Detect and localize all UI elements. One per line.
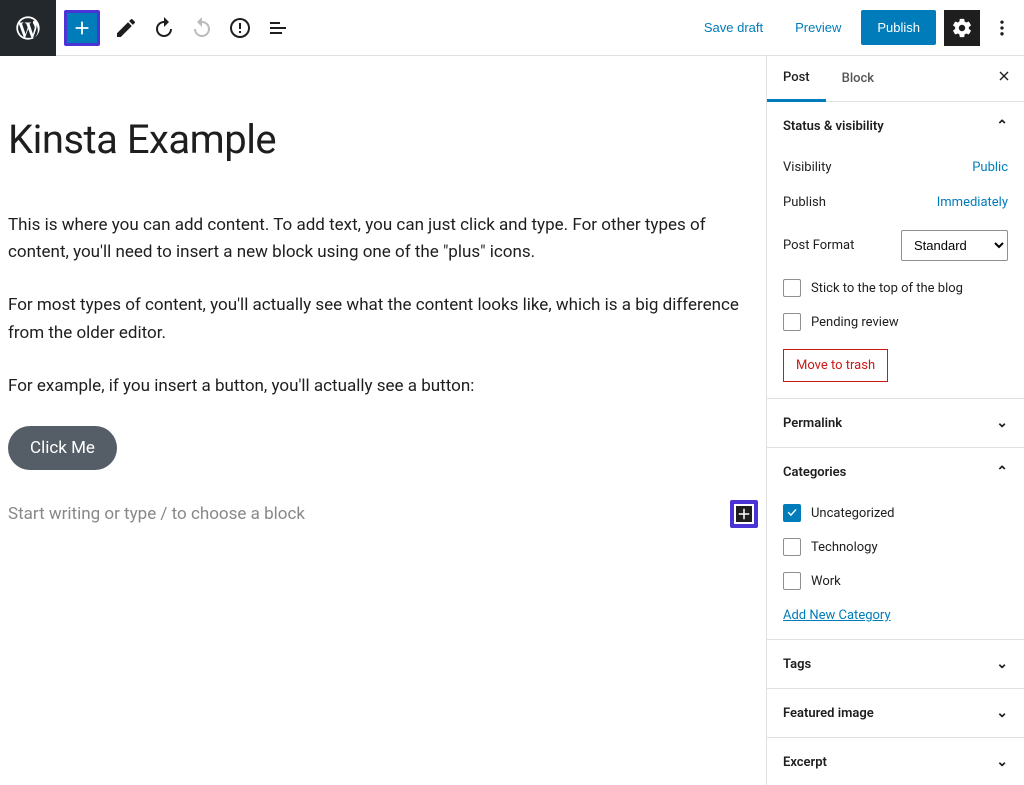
wordpress-logo[interactable] — [0, 0, 56, 56]
close-sidebar-button[interactable] — [996, 68, 1012, 89]
category-checkbox[interactable] — [783, 538, 801, 556]
post-title[interactable]: Kinsta Example — [8, 116, 758, 164]
settings-sidebar: Post Block Status & visibility ⌃ Visibil… — [766, 56, 1024, 785]
visibility-label: Visibility — [783, 160, 832, 175]
button-block[interactable]: Click Me — [8, 426, 117, 470]
add-new-category-link[interactable]: Add New Category — [783, 608, 891, 623]
tab-post[interactable]: Post — [767, 56, 826, 102]
panel-head-excerpt[interactable]: Excerpt ⌄ — [767, 738, 1024, 785]
paragraph-block[interactable]: This is where you can add content. To ad… — [8, 212, 748, 266]
preview-button[interactable]: Preview — [783, 12, 853, 43]
panel-title: Permalink — [783, 416, 842, 431]
undo-button[interactable] — [146, 10, 182, 46]
sidebar-tabs: Post Block — [767, 56, 1024, 102]
stick-label: Stick to the top of the blog — [811, 281, 963, 296]
category-label: Work — [811, 574, 841, 589]
category-row[interactable]: Work — [783, 564, 1008, 598]
publish-row: Publish Immediately — [783, 185, 1008, 220]
chevron-down-icon: ⌄ — [996, 705, 1008, 721]
info-button[interactable] — [222, 10, 258, 46]
chevron-down-icon: ⌄ — [996, 656, 1008, 672]
close-icon — [996, 68, 1012, 84]
pending-review-row[interactable]: Pending review — [783, 305, 1008, 339]
tools-button[interactable] — [108, 10, 144, 46]
visibility-value[interactable]: Public — [972, 160, 1008, 175]
tab-block[interactable]: Block — [826, 57, 890, 100]
panel-title: Tags — [783, 657, 811, 672]
format-label: Post Format — [783, 238, 854, 253]
panel-tags: Tags ⌄ — [767, 640, 1024, 689]
category-checkbox[interactable] — [783, 572, 801, 590]
block-editor[interactable]: Kinsta Example This is where you can add… — [0, 56, 766, 785]
chevron-down-icon: ⌄ — [996, 754, 1008, 770]
panel-title: Status & visibility — [783, 119, 884, 134]
visibility-row: Visibility Public — [783, 150, 1008, 185]
wordpress-icon — [14, 14, 42, 42]
panel-categories: Categories ⌃ Uncategorized Technology Wo… — [767, 448, 1024, 640]
panel-body-categories: Uncategorized Technology Work Add New Ca… — [767, 496, 1024, 639]
panel-body-status: Visibility Public Publish Immediately Po… — [767, 150, 1024, 398]
panel-status-visibility: Status & visibility ⌃ Visibility Public … — [767, 102, 1024, 399]
pending-label: Pending review — [811, 315, 899, 330]
inline-add-block-button[interactable] — [730, 500, 758, 528]
category-row[interactable]: Technology — [783, 530, 1008, 564]
pending-checkbox[interactable] — [783, 313, 801, 331]
plus-icon — [735, 505, 753, 523]
paragraph-block[interactable]: For most types of content, you'll actual… — [8, 292, 748, 346]
category-row[interactable]: Uncategorized — [783, 496, 1008, 530]
empty-block-row: Start writing or type / to choose a bloc… — [8, 500, 758, 528]
category-label: Technology — [811, 540, 878, 555]
info-icon — [228, 16, 252, 40]
post-format-select[interactable]: Standard — [901, 230, 1008, 261]
gear-icon — [951, 17, 973, 39]
toolbar-tools — [100, 10, 296, 46]
publish-value[interactable]: Immediately — [937, 195, 1008, 210]
panel-featured-image: Featured image ⌄ — [767, 689, 1024, 738]
publish-label: Publish — [783, 195, 826, 210]
stick-checkbox[interactable] — [783, 279, 801, 297]
chevron-up-icon: ⌃ — [996, 118, 1008, 134]
block-placeholder[interactable]: Start writing or type / to choose a bloc… — [8, 504, 305, 524]
chevron-up-icon: ⌃ — [996, 464, 1008, 480]
panel-excerpt: Excerpt ⌄ — [767, 738, 1024, 785]
panel-title: Featured image — [783, 706, 874, 721]
save-draft-button[interactable]: Save draft — [692, 12, 775, 43]
stick-top-row[interactable]: Stick to the top of the blog — [783, 271, 1008, 305]
add-block-button[interactable] — [64, 10, 100, 46]
toolbar-left — [0, 0, 296, 56]
panel-head-permalink[interactable]: Permalink ⌄ — [767, 399, 1024, 447]
chevron-down-icon: ⌄ — [996, 415, 1008, 431]
category-label: Uncategorized — [811, 506, 894, 521]
panel-head-categories[interactable]: Categories ⌃ — [767, 448, 1024, 496]
move-to-trash-button[interactable]: Move to trash — [783, 349, 888, 382]
settings-button[interactable] — [944, 10, 980, 46]
panel-title: Categories — [783, 465, 846, 480]
main-area: Kinsta Example This is where you can add… — [0, 56, 1024, 785]
panel-title: Excerpt — [783, 755, 827, 770]
pencil-icon — [114, 16, 138, 40]
panel-head-status[interactable]: Status & visibility ⌃ — [767, 102, 1024, 150]
more-options-button[interactable] — [988, 10, 1016, 46]
dots-vertical-icon — [992, 18, 1012, 38]
panel-head-tags[interactable]: Tags ⌄ — [767, 640, 1024, 688]
list-icon — [266, 16, 290, 40]
post-format-row: Post Format Standard — [783, 220, 1008, 271]
category-checkbox[interactable] — [783, 504, 801, 522]
plus-icon — [71, 17, 93, 39]
undo-icon — [152, 16, 176, 40]
publish-button[interactable]: Publish — [861, 10, 936, 45]
toolbar-right: Save draft Preview Publish — [692, 10, 1024, 46]
redo-button[interactable] — [184, 10, 220, 46]
outline-button[interactable] — [260, 10, 296, 46]
editor-toolbar: Save draft Preview Publish — [0, 0, 1024, 56]
redo-icon — [190, 16, 214, 40]
panel-head-featured[interactable]: Featured image ⌄ — [767, 689, 1024, 737]
post-body: This is where you can add content. To ad… — [8, 212, 758, 528]
panel-permalink: Permalink ⌄ — [767, 399, 1024, 448]
paragraph-block[interactable]: For example, if you insert a button, you… — [8, 373, 748, 400]
